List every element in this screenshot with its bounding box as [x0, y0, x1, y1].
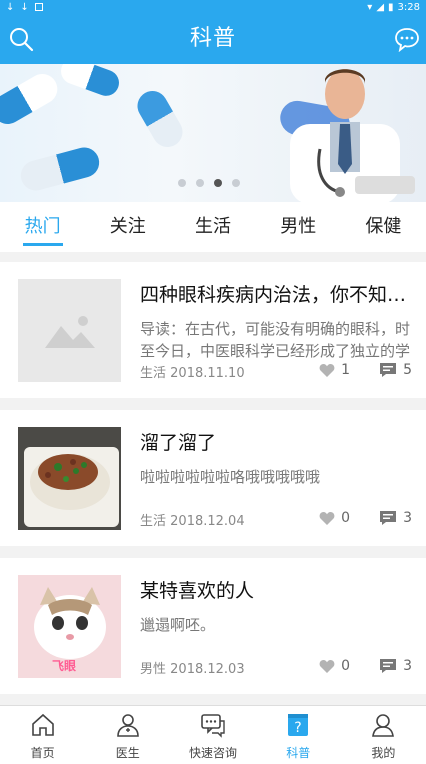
tab-male[interactable]: 男性 [256, 202, 341, 252]
article-title: 某特喜欢的人 [140, 580, 255, 602]
article-thumbnail [18, 279, 121, 382]
doctor-illustration [290, 69, 415, 202]
article-meta: 生活 2018.11.10 [140, 362, 245, 381]
nav-doctor[interactable]: 医生 [85, 706, 170, 764]
like-count: 0 [341, 658, 350, 674]
food-photo [18, 427, 121, 530]
article-summary: 导读：在古代，可能没有明确的眼科，时至今日，中医眼科学已经形成了独立的学科体系 [140, 320, 410, 360]
article-title: 四种眼科疾病内治法，你不知道的 [140, 284, 410, 306]
article-thumbnail: 飞眼 [18, 575, 121, 678]
nav-label: 我的 [371, 746, 396, 760]
heart-icon [319, 659, 335, 673]
comment-counter[interactable]: 5 [379, 362, 412, 378]
placeholder-image-icon [45, 316, 95, 348]
status-right: ▾ ◢ ▮ 3:28 [367, 0, 420, 14]
bottom-nav: 首页 医生 快速咨询 ? 科普 我的 [0, 705, 426, 764]
like-counter[interactable]: 0 [319, 658, 350, 674]
home-icon [31, 713, 54, 736]
wifi-icon: ▾ [367, 1, 373, 13]
status-bar: ↓ ↓ ▾ ◢ ▮ 3:28 [0, 0, 426, 14]
carousel-dot[interactable] [196, 179, 204, 187]
comment-count: 3 [403, 658, 412, 674]
nav-label: 快速咨询 [189, 746, 238, 760]
like-count: 1 [341, 362, 350, 378]
heart-icon [319, 511, 335, 525]
article-category: 生活 [140, 366, 167, 381]
capsule-decoration [57, 64, 123, 100]
status-notifications: ↓ ↓ [6, 0, 43, 14]
carousel-indicators [178, 179, 240, 187]
app-header: 科普 [0, 14, 426, 64]
comment-count: 3 [403, 510, 412, 526]
article-date: 2018.12.03 [170, 662, 245, 677]
article-meta: 生活 2018.12.04 [140, 510, 245, 529]
profile-icon [372, 714, 395, 737]
tab-health[interactable]: 保健 [341, 202, 426, 252]
article-thumbnail [18, 427, 121, 530]
banner-carousel[interactable] [0, 64, 426, 202]
nav-science[interactable]: ? 科普 [256, 706, 341, 764]
article-category: 男性 [140, 662, 167, 677]
article-meta: 男性 2018.12.03 [140, 658, 245, 677]
carousel-dot-active[interactable] [214, 179, 222, 187]
nav-label: 首页 [30, 746, 55, 760]
science-icon: ? [288, 714, 309, 736]
article-summary: 邋遢啊呸。 [140, 616, 216, 634]
doctor-icon [116, 714, 139, 737]
thumbnail-caption: 飞眼 [52, 659, 77, 673]
battery-icon: ▮ [388, 1, 394, 13]
article-card[interactable]: 溜了溜了 啦啦啦啦啦啦咯哦哦哦哦哦 生活 2018.12.04 0 3 [0, 410, 426, 546]
category-tabs: 热门 关注 生活 男性 保健 [0, 202, 426, 252]
nav-label: 科普 [286, 746, 311, 760]
app-notification-icon [34, 3, 43, 11]
capsule-decoration [17, 144, 103, 194]
nav-profile[interactable]: 我的 [341, 706, 426, 764]
capsule-decoration [0, 68, 63, 130]
like-counter[interactable]: 1 [319, 362, 350, 378]
comment-icon [380, 659, 397, 673]
chat-bubble-icon[interactable] [394, 26, 420, 52]
tab-hot[interactable]: 热门 [0, 202, 85, 252]
nav-consult[interactable]: 快速咨询 [170, 706, 255, 764]
download-icon: ↓ [20, 1, 29, 13]
svg-text:?: ? [294, 720, 301, 736]
signal-icon: ◢ [376, 1, 385, 13]
like-counter[interactable]: 0 [319, 510, 350, 526]
capsule-decoration [132, 85, 188, 153]
download-icon: ↓ [6, 1, 15, 13]
carousel-dot[interactable] [232, 179, 240, 187]
article-title: 溜了溜了 [140, 432, 217, 454]
article-card[interactable]: 四种眼科疾病内治法，你不知道的 导读：在古代，可能没有明确的眼科，时至今日，中医… [0, 262, 426, 398]
comment-counter[interactable]: 3 [379, 658, 412, 674]
comment-icon [380, 511, 397, 525]
nav-label: 医生 [115, 746, 140, 760]
nav-home[interactable]: 首页 [0, 706, 85, 764]
article-date: 2018.12.04 [170, 514, 245, 529]
tab-follow[interactable]: 关注 [85, 202, 170, 252]
article-summary: 啦啦啦啦啦啦咯哦哦哦哦哦 [140, 468, 321, 486]
article-date: 2018.11.10 [170, 366, 245, 381]
status-time: 3:28 [397, 1, 420, 13]
comment-icon [380, 363, 397, 377]
tab-life[interactable]: 生活 [170, 202, 255, 252]
comment-count: 5 [403, 362, 412, 378]
heart-icon [319, 363, 335, 377]
article-category: 生活 [140, 514, 167, 529]
consult-icon [201, 714, 225, 738]
carousel-dot[interactable] [178, 179, 186, 187]
comment-counter[interactable]: 3 [379, 510, 412, 526]
article-card[interactable]: 飞眼 某特喜欢的人 邋遢啊呸。 男性 2018.12.03 0 3 [0, 558, 426, 694]
like-count: 0 [341, 510, 350, 526]
page-title: 科普 [189, 26, 236, 51]
